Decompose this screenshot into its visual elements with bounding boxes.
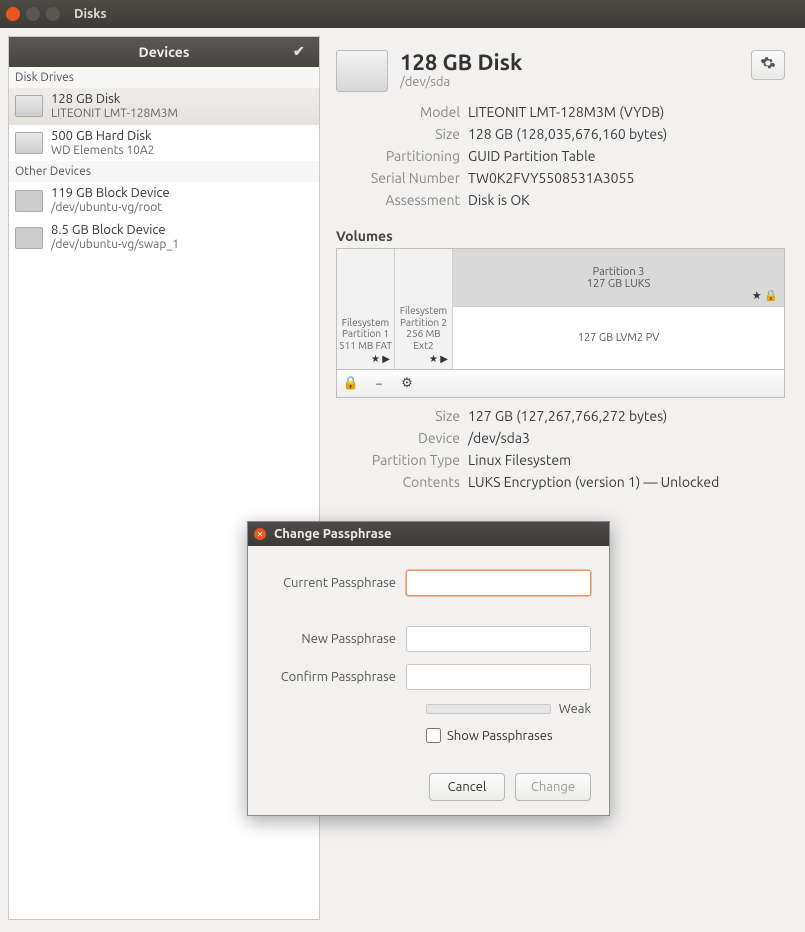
partition-info: Size127 GB (127,267,766,272 bytes) Devic… [336, 408, 785, 496]
value-serial: TW0K2FVY5508531A3055 [468, 170, 634, 186]
label-ptype: Partition Type [336, 452, 468, 468]
partition-3-sub: 127 GB LUKS [587, 278, 650, 290]
label-pdevice: Device [336, 430, 468, 446]
value-partitioning: GUID Partition Table [468, 148, 595, 164]
strength-label: Weak [559, 702, 591, 716]
device-item-500gb-hard-disk[interactable]: 500 GB Hard Disk WD Elements 10A2 [9, 125, 319, 162]
window-titlebar: Disks [0, 0, 805, 28]
partition-3[interactable]: Partition 3 127 GB LUKS ★ 🔒 [453, 249, 784, 307]
dialog-titlebar: ✕ Change Passphrase [248, 522, 609, 546]
device-title: 8.5 GB Block Device [51, 223, 179, 238]
partition-3-title: Partition 3 [593, 266, 645, 278]
value-model: LITEONIT LMT-128M3M (VYDB) [468, 104, 664, 120]
current-passphrase-label: Current Passphrase [266, 576, 396, 590]
section-other-devices: Other Devices [9, 161, 319, 182]
value-ptype: Linux Filesystem [468, 452, 571, 468]
strength-meter [426, 704, 551, 714]
star-play-icon: ★ ▶ [429, 353, 448, 365]
device-sub: WD Elements 10A2 [51, 144, 154, 158]
disk-icon [336, 50, 388, 92]
device-title: 500 GB Hard Disk [51, 129, 154, 144]
confirm-passphrase-label: Confirm Passphrase [266, 670, 396, 684]
label-partitioning: Partitioning [336, 148, 468, 164]
label-psize: Size [336, 408, 468, 424]
window-close-button[interactable] [6, 7, 20, 21]
partition-1[interactable]: Filesystem Partition 1 511 MB FAT ★ ▶ [337, 249, 395, 369]
minus-icon[interactable]: − [371, 376, 387, 392]
label-assessment: Assessment [336, 192, 468, 208]
value-size: 128 GB (128,035,676,160 bytes) [468, 126, 667, 142]
label-size: Size [336, 126, 468, 142]
star-lock-icon: ★ 🔒 [752, 289, 778, 302]
disk-info: ModelLITEONIT LMT-128M3M (VYDB) Size128 … [336, 104, 785, 214]
new-passphrase-input[interactable] [406, 626, 591, 652]
label-serial: Serial Number [336, 170, 468, 186]
section-disk-drives: Disk Drives [9, 67, 319, 88]
device-title: 128 GB Disk [51, 92, 178, 107]
window-minimize-button[interactable] [26, 7, 40, 21]
value-assessment: Disk is OK [468, 192, 530, 208]
value-psize: 127 GB (127,267,766,272 bytes) [468, 408, 667, 424]
device-sub: LITEONIT LMT-128M3M [51, 107, 178, 121]
sidebar-title: Devices [139, 44, 190, 60]
device-sub: /dev/ubuntu-vg/root [51, 201, 170, 215]
change-passphrase-dialog: ✕ Change Passphrase Current Passphrase N… [247, 521, 610, 816]
block-device-icon [15, 227, 43, 249]
disk-path: /dev/sda [400, 75, 522, 89]
label-pcontents: Contents [336, 474, 468, 490]
device-title: 119 GB Block Device [51, 186, 170, 201]
partition-2[interactable]: Filesystem Partition 2 256 MB Ext2 ★ ▶ [395, 249, 453, 369]
volumes-toolbar: 🔒 − ⚙ [337, 369, 784, 397]
block-device-icon [15, 190, 43, 212]
lock-icon[interactable]: 🔒 [343, 376, 359, 392]
star-play-icon: ★ ▶ [371, 353, 390, 365]
gears-icon[interactable]: ⚙ [399, 376, 415, 392]
current-passphrase-input[interactable] [406, 570, 591, 596]
value-pdevice: /dev/sda3 [468, 430, 530, 446]
disk-title: 128 GB Disk [400, 50, 522, 75]
window-title: Disks [74, 7, 107, 21]
volumes-diagram: Filesystem Partition 1 511 MB FAT ★ ▶ Fi… [336, 248, 785, 398]
new-passphrase-label: New Passphrase [266, 632, 396, 646]
sidebar-header: Devices ✔ [9, 37, 319, 67]
disk-menu-button[interactable] [751, 50, 785, 80]
volumes-header: Volumes [336, 228, 785, 244]
show-passphrases-checkbox[interactable] [426, 728, 441, 743]
dialog-title: Change Passphrase [274, 527, 391, 541]
label-model: Model [336, 104, 468, 120]
lvm-label: 127 GB LVM2 PV [578, 332, 659, 344]
cancel-button[interactable]: Cancel [429, 773, 505, 801]
gear-icon [760, 55, 776, 75]
device-item-8-5gb-block[interactable]: 8.5 GB Block Device /dev/ubuntu-vg/swap_… [9, 219, 319, 256]
show-passphrases-label: Show Passphrases [447, 729, 553, 743]
device-item-128gb-disk[interactable]: 128 GB Disk LITEONIT LMT-128M3M [9, 88, 319, 125]
hdd-icon [15, 95, 43, 117]
dialog-close-button[interactable]: ✕ [254, 528, 266, 540]
device-item-119gb-block[interactable]: 119 GB Block Device /dev/ubuntu-vg/root [9, 182, 319, 219]
strength-row: Weak [426, 702, 591, 716]
value-pcontents: LUKS Encryption (version 1) — Unlocked [468, 474, 719, 490]
window-maximize-button[interactable] [46, 7, 60, 21]
check-icon[interactable]: ✔ [293, 43, 311, 61]
confirm-passphrase-input[interactable] [406, 664, 591, 690]
hdd-icon [15, 132, 43, 154]
change-button[interactable]: Change [515, 773, 591, 801]
device-sub: /dev/ubuntu-vg/swap_1 [51, 238, 179, 252]
lvm-pv[interactable]: 127 GB LVM2 PV [453, 307, 784, 369]
